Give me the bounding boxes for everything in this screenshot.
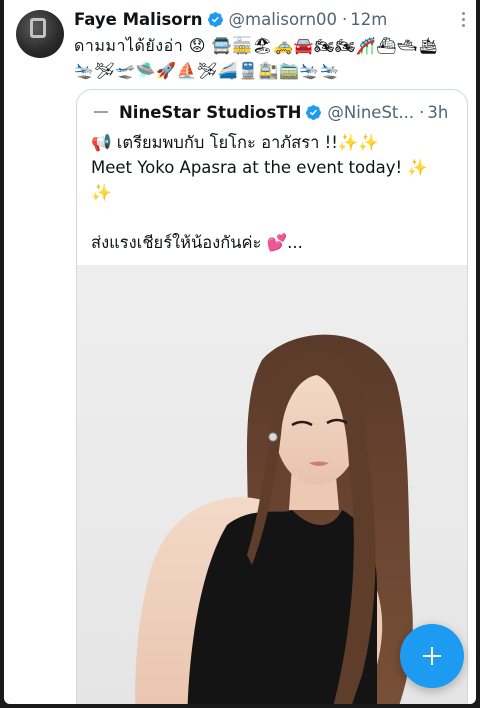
tweet-time[interactable]: 12m <box>350 10 387 29</box>
tweet-text-line: 🛬🛩🛫🛸🚀⛵🛩🚄🚆🚉🚞🛬🛬 <box>74 61 341 80</box>
quoted-text-line: Meet Yoko Apasra at the event today! ✨ <box>91 158 428 177</box>
quoted-tweet-time: 3h <box>427 102 449 122</box>
separator-dot: · <box>342 9 348 29</box>
author-name[interactable]: Faye Malisorn <box>74 10 203 29</box>
timeline-screen: Faye Malisorn @malisorn00 · 12m ดามมาได้… <box>4 0 476 704</box>
device-frame: Faye Malisorn @malisorn00 · 12m ดามมาได้… <box>0 0 480 708</box>
quoted-text-line: ✨ <box>91 183 112 202</box>
quoted-author-handle: @NineSt... <box>327 102 415 122</box>
quoted-tweet-card[interactable]: NineStar StudiosTH @NineSt... · 3h 📢 เตร… <box>76 89 468 704</box>
tweet-text-line: ดามมาได้ยังอ่า 😟 🚍🚋🏖🚕🚘🏍🏍🎢⛴🛥🛳 <box>74 36 439 55</box>
quoted-author-avatar <box>91 102 111 122</box>
quoted-author-name: NineStar StudiosTH <box>119 102 302 122</box>
author-avatar[interactable] <box>16 10 64 58</box>
quoted-text-line: ส่งแรงเชียร์ให้น้องกันค่ะ 💕... <box>91 233 303 252</box>
verified-badge-icon <box>207 11 223 27</box>
quoted-tweet-body: 📢 เตรียมพบกับ โยโกะ อาภัสรา !!✨✨ Meet Yo… <box>91 130 457 255</box>
tweet-header: Faye Malisorn @malisorn00 · 12m <box>74 8 468 30</box>
quoted-tweet-header: NineStar StudiosTH @NineSt... · 3h <box>91 100 457 124</box>
separator-dot: · <box>419 102 425 122</box>
tweet-body: ดามมาได้ยังอ่า 😟 🚍🚋🏖🚕🚘🏍🏍🎢⛴🛥🛳 🛬🛩🛫🛸🚀⛵🛩🚄🚆🚉🚞… <box>74 33 468 83</box>
compose-button[interactable] <box>400 624 464 688</box>
quoted-text-line <box>91 205 457 230</box>
verified-badge-icon <box>306 104 322 120</box>
more-vertical-icon[interactable] <box>462 12 466 28</box>
avatar-photo <box>30 18 46 38</box>
plus-icon <box>423 647 441 665</box>
quoted-text-line: 📢 เตรียมพบกับ โยโกะ อาภัสรา !!✨✨ <box>91 133 379 152</box>
author-handle[interactable]: @malisorn00 <box>229 10 338 29</box>
